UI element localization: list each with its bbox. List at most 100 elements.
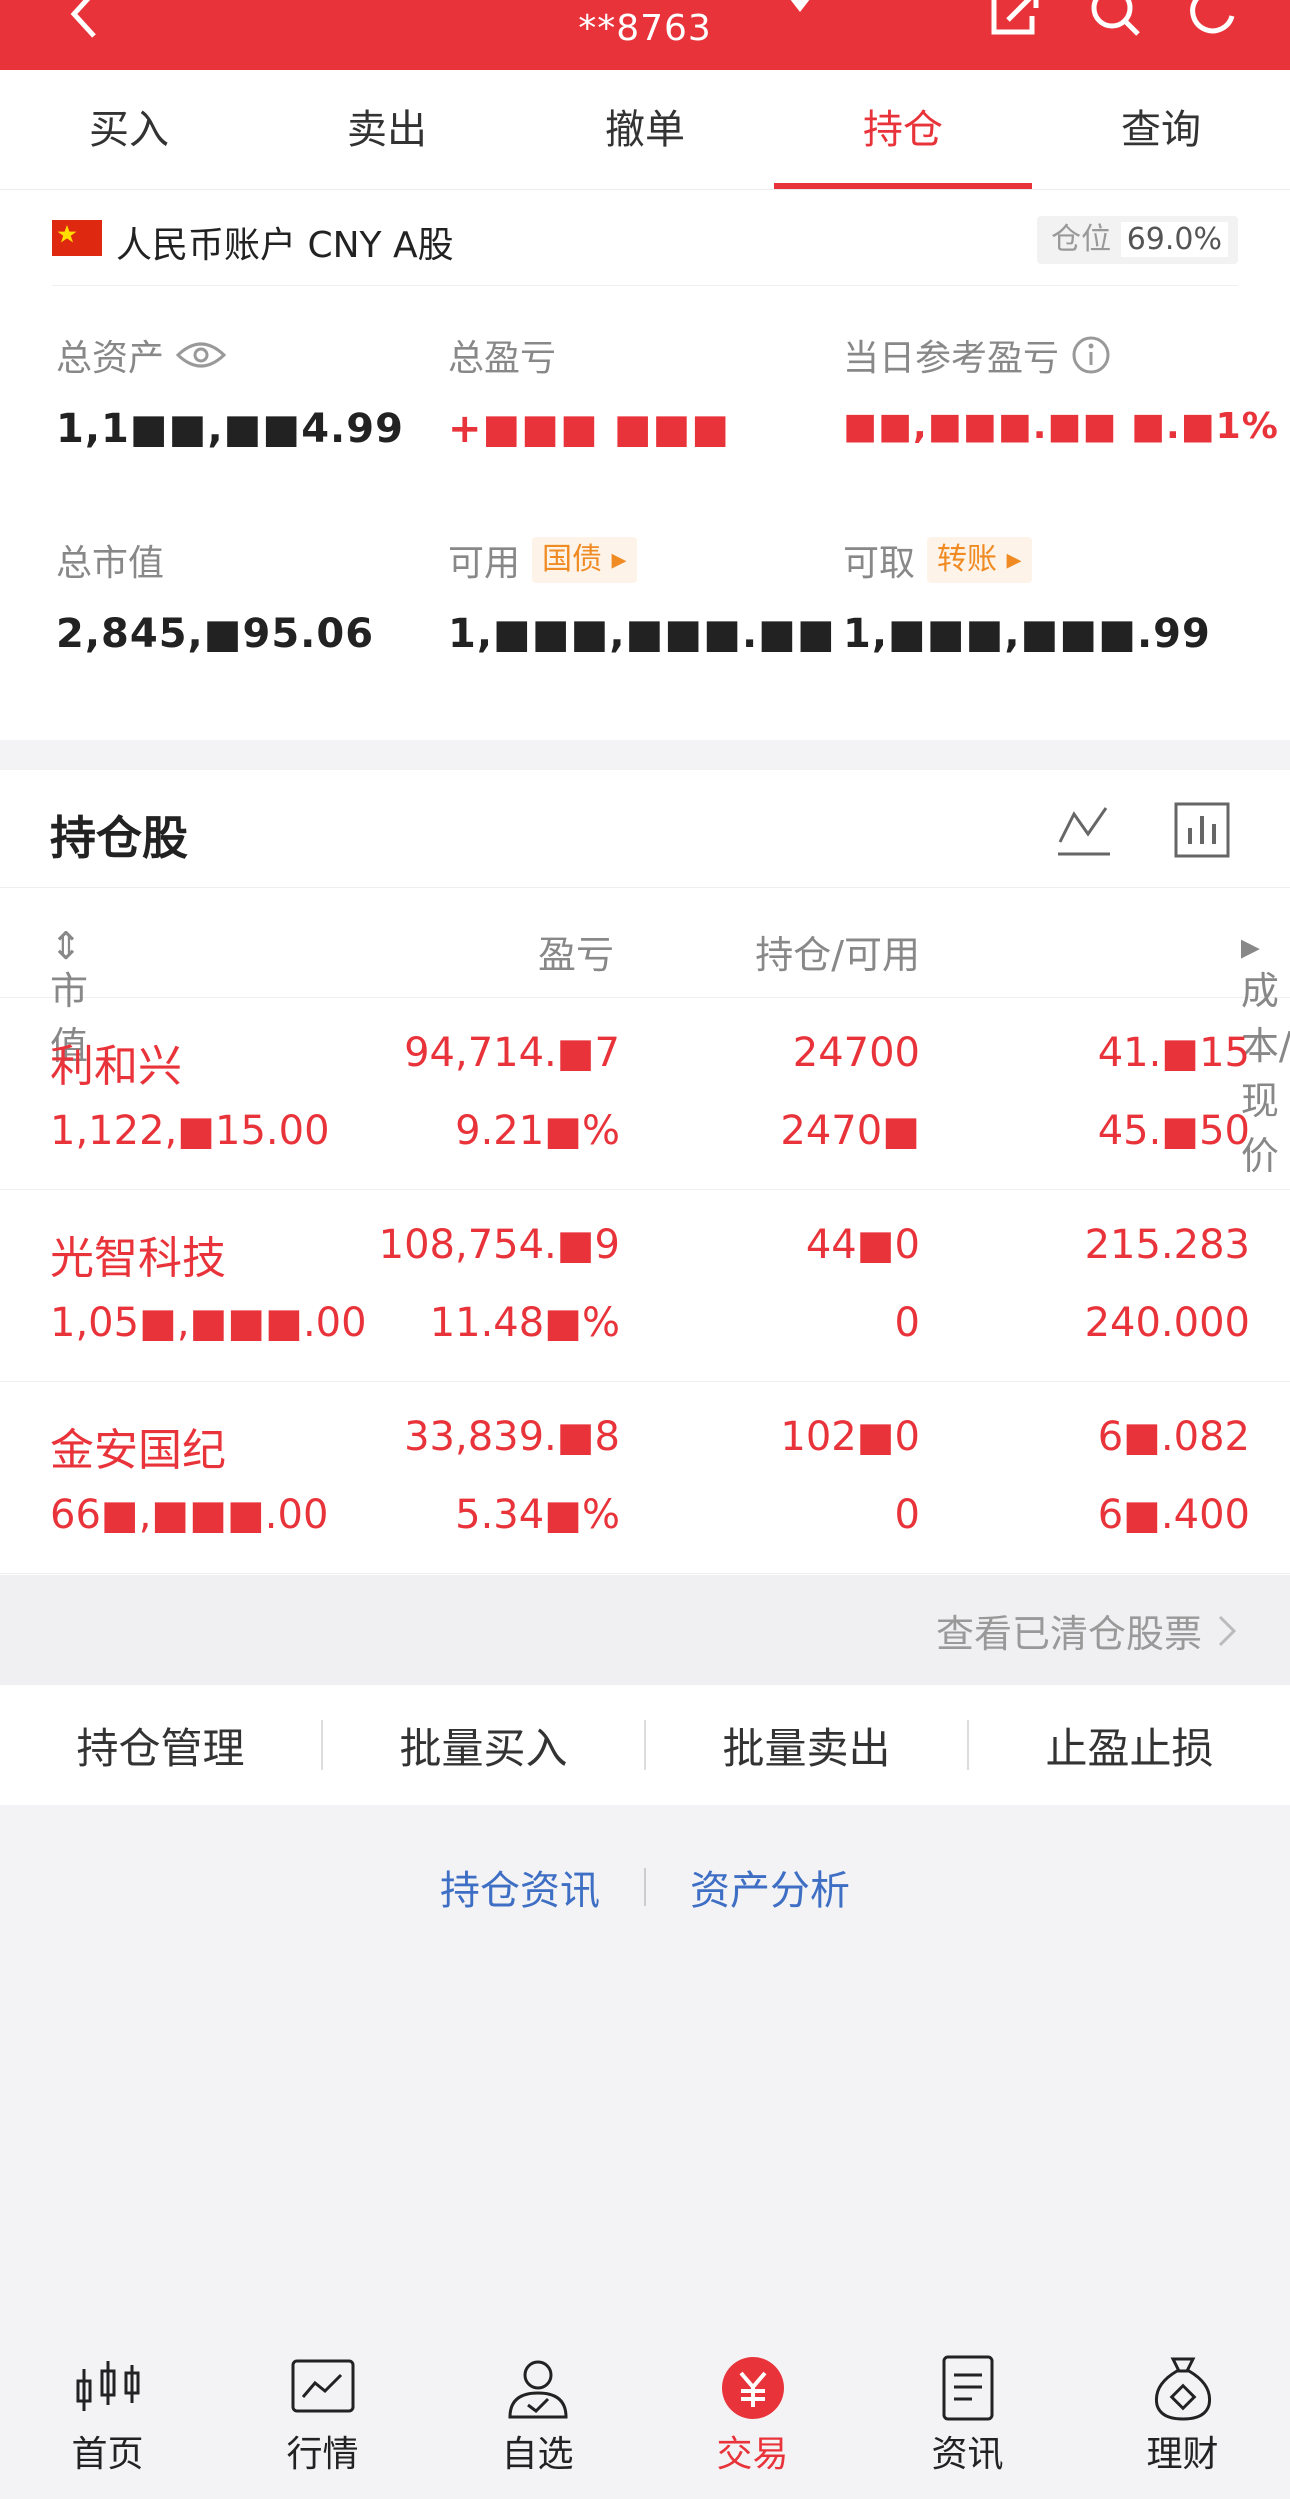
line-chart-icon[interactable] bbox=[1054, 800, 1114, 860]
total-pl-label: 总盈亏 bbox=[448, 338, 557, 379]
stop-profit-loss-button[interactable]: 止盈止损 bbox=[969, 1715, 1290, 1776]
stock-available: 0 bbox=[894, 1492, 920, 1538]
withdrawable-funds: 可取 转账 ▸ 1,■■■,■■■.99 bbox=[843, 535, 1223, 657]
stock-pl-pct: 5.34■% bbox=[455, 1492, 620, 1538]
nav-trade[interactable]: 交易 bbox=[645, 2329, 860, 2499]
nav-label: 首页 bbox=[71, 2434, 144, 2475]
stock-price: 6■.400 bbox=[1097, 1492, 1250, 1538]
nav-news[interactable]: 资讯 bbox=[860, 2329, 1075, 2499]
nav-watchlist[interactable]: 自选 bbox=[430, 2329, 645, 2499]
bottom-nav: 首页 行情 自选 交易 资讯 理财 bbox=[0, 2329, 1290, 2499]
stock-pl: 94,714.■7 bbox=[404, 1030, 620, 1076]
top-bar: **8763 bbox=[0, 0, 1290, 70]
holdings-news-link[interactable]: 持仓资讯 bbox=[440, 1858, 600, 1916]
stock-pl-pct: 9.21■% bbox=[455, 1108, 620, 1154]
total-assets: 总资产 1,1■■,■■4.99 bbox=[56, 330, 436, 452]
col-cost[interactable]: 成本/现价 ▸ bbox=[1241, 924, 1290, 1178]
stock-position: 44■0 bbox=[805, 1222, 920, 1268]
account-summary: 人民币账户 CNY A股 仓位 69.0% 总资产 1,1■■,■■4.99 总… bbox=[0, 190, 1290, 740]
holding-row[interactable]: 利和兴 1,122,■15.00 94,714.■7 9.21■% 24700 … bbox=[0, 998, 1290, 1190]
stock-price: 240.000 bbox=[1084, 1300, 1250, 1346]
stock-available: 2470■ bbox=[780, 1108, 920, 1154]
stock-pl: 108,754.■9 bbox=[378, 1222, 620, 1268]
stock-name: 光智科技 bbox=[50, 1233, 226, 1284]
stock-available: 0 bbox=[894, 1300, 920, 1346]
account-type-row[interactable]: 人民币账户 CNY A股 仓位 69.0% bbox=[52, 190, 1238, 286]
chevron-right-icon bbox=[1218, 1615, 1237, 1646]
yen-coin-icon bbox=[721, 2357, 784, 2419]
position-label: 仓位 bbox=[1051, 222, 1112, 257]
withdrawable-value: 1,■■■,■■■.99 bbox=[843, 611, 1211, 657]
nav-label: 自选 bbox=[501, 2434, 574, 2475]
total-assets-value: 1,1■■,■■4.99 bbox=[56, 406, 404, 452]
holdings-section: 持仓股 市值 ⇕ 盈亏 持仓/可用 成本/现价 ▸ 利和兴 1,122,■15.… bbox=[0, 770, 1290, 1575]
stock-pl: 33,839.■8 bbox=[404, 1414, 620, 1460]
trade-tabs: 买入 卖出 撤单 持仓 查询 bbox=[0, 70, 1290, 190]
position-management-button[interactable]: 持仓管理 bbox=[0, 1715, 321, 1776]
tab-cancel[interactable]: 撤单 bbox=[516, 70, 774, 189]
china-flag-icon bbox=[52, 220, 102, 256]
col-position[interactable]: 持仓/可用 bbox=[755, 924, 920, 979]
available-funds: 可用 国债 ▸ 1,■■■,■■■.■■ bbox=[448, 535, 836, 657]
col-market-value[interactable]: 市值 ⇕ bbox=[50, 924, 88, 1068]
total-assets-label: 总资产 bbox=[56, 338, 165, 379]
asset-analysis-link[interactable]: 资产分析 bbox=[690, 1858, 850, 1916]
holdings-header: 持仓股 bbox=[0, 770, 1290, 888]
stock-market-value: 1,05■,■■■.00 bbox=[50, 1300, 367, 1346]
daily-pl-label: 当日参考盈亏 bbox=[843, 338, 1060, 379]
batch-buy-button[interactable]: 批量买入 bbox=[323, 1715, 644, 1776]
daily-pl: 当日参考盈亏 ■■,■■■.■■ ■.■1% bbox=[843, 330, 1278, 447]
eye-icon[interactable] bbox=[176, 339, 227, 371]
holdings-title: 持仓股 bbox=[50, 811, 188, 865]
stock-market-value: 1,122,■15.00 bbox=[50, 1108, 330, 1154]
batch-sell-button[interactable]: 批量卖出 bbox=[646, 1715, 967, 1776]
holding-row[interactable]: 金安国纪 66■,■■■.00 33,839.■8 5.34■% 102■0 0… bbox=[0, 1382, 1290, 1574]
treasury-bond-button[interactable]: 国债 ▸ bbox=[532, 537, 637, 583]
available-value: 1,■■■,■■■.■■ bbox=[448, 611, 836, 657]
stock-cost: 215.283 bbox=[1084, 1222, 1250, 1268]
tab-query[interactable]: 查询 bbox=[1032, 70, 1290, 189]
nav-label: 行情 bbox=[286, 2434, 359, 2475]
market-value-value: 2,845,■95.06 bbox=[56, 611, 375, 657]
info-icon[interactable] bbox=[1071, 335, 1111, 375]
nav-home[interactable]: 首页 bbox=[0, 2329, 215, 2499]
share-icon[interactable] bbox=[986, 0, 1044, 38]
stock-market-value: 66■,■■■.00 bbox=[50, 1492, 329, 1538]
stock-cost: 6■.082 bbox=[1097, 1414, 1250, 1460]
market-value-label: 总市值 bbox=[56, 543, 165, 584]
document-icon bbox=[942, 2355, 993, 2421]
account-type-label: 人民币账户 CNY A股 bbox=[116, 225, 454, 266]
money-bag-icon bbox=[1154, 2357, 1211, 2421]
holding-row[interactable]: 光智科技 1,05■,■■■.00 108,754.■9 11.48■% 44■… bbox=[0, 1190, 1290, 1382]
bottom-links: 持仓资讯 资产分析 bbox=[0, 1858, 1290, 1916]
refresh-icon[interactable] bbox=[1186, 0, 1244, 38]
nav-wealth[interactable]: 理财 bbox=[1075, 2329, 1290, 2499]
user-check-icon bbox=[507, 2360, 568, 2419]
col-pl[interactable]: 盈亏 bbox=[538, 924, 614, 979]
chart-monitor-icon bbox=[291, 2359, 354, 2413]
chevron-down-icon[interactable] bbox=[782, 0, 818, 14]
stock-cost: 41.■15 bbox=[1097, 1030, 1250, 1076]
cleared-stocks-link[interactable]: 查看已清仓股票 bbox=[936, 1603, 1238, 1658]
total-pl-value: +■■■ ■■■ bbox=[448, 406, 731, 452]
stock-position: 24700 bbox=[792, 1030, 920, 1076]
stock-name: 金安国纪 bbox=[50, 1425, 226, 1476]
transfer-button[interactable]: 转账 ▸ bbox=[927, 537, 1032, 583]
bar-chart-icon[interactable] bbox=[1172, 800, 1232, 860]
candlestick-icon bbox=[76, 2361, 139, 2411]
tab-buy[interactable]: 买入 bbox=[0, 70, 258, 189]
nav-market[interactable]: 行情 bbox=[215, 2329, 430, 2499]
stock-price: 45.■50 bbox=[1097, 1108, 1250, 1154]
holdings-action-bar: 持仓管理 批量买入 批量卖出 止盈止损 bbox=[0, 1685, 1290, 1805]
search-icon[interactable] bbox=[1086, 0, 1144, 38]
nav-label: 资讯 bbox=[931, 2434, 1004, 2475]
position-value: 69.0% bbox=[1120, 222, 1228, 257]
withdrawable-label: 可取 bbox=[843, 543, 916, 584]
stock-pl-pct: 11.48■% bbox=[429, 1300, 620, 1346]
tab-holdings[interactable]: 持仓 bbox=[774, 70, 1032, 189]
tab-sell[interactable]: 卖出 bbox=[258, 70, 516, 189]
stock-position: 102■0 bbox=[780, 1414, 920, 1460]
total-pl: 总盈亏 +■■■ ■■■ bbox=[448, 330, 828, 452]
divider bbox=[644, 1868, 646, 1906]
market-value: 总市值 2,845,■95.06 bbox=[56, 535, 436, 657]
